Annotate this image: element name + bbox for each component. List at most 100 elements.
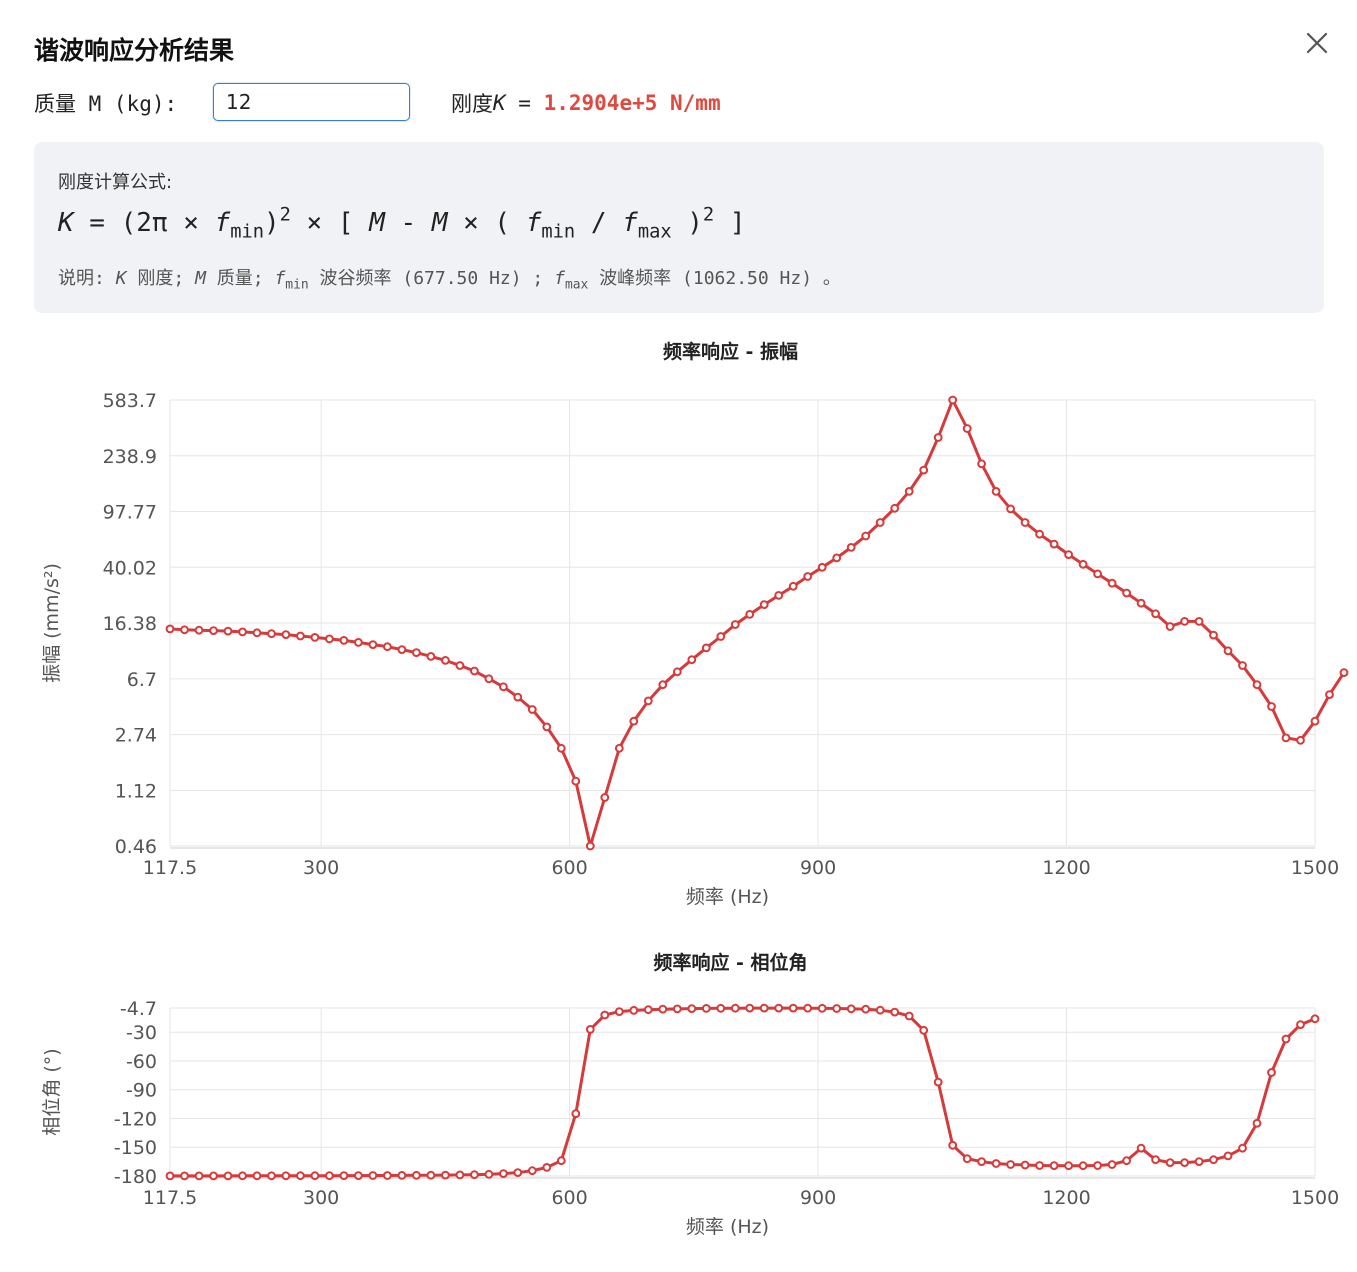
data-point <box>513 1168 523 1178</box>
x-tick-label: 900 <box>800 857 836 879</box>
data-point <box>556 1156 566 1166</box>
data-point <box>296 1171 305 1181</box>
data-point <box>180 625 189 635</box>
data-point <box>774 1003 784 1013</box>
mass-input[interactable] <box>213 83 410 121</box>
formula-panel: 刚度计算公式: K = (2π × fmin)2 × [ M - M × ( f… <box>34 142 1324 313</box>
stiffness-equals: = <box>505 91 544 115</box>
y-tick-label: 6.7 <box>127 669 157 691</box>
data-point <box>1165 1158 1175 1168</box>
data-point <box>803 572 813 581</box>
data-point <box>875 518 885 527</box>
data-point <box>1165 622 1175 631</box>
data-point <box>1107 578 1117 588</box>
data-point <box>730 1003 740 1013</box>
data-point <box>223 1171 233 1181</box>
x-tick-label: 1200 <box>1042 1187 1090 1209</box>
phase-chart: 频率响应 - 相位角 -4.7-30 -60 -90 -120 -150 -180117.5… <box>41 951 1339 1238</box>
data-point <box>745 610 755 619</box>
data-point <box>788 1003 798 1013</box>
data-point <box>904 1011 914 1021</box>
data-point <box>412 648 421 658</box>
data-point <box>658 1004 668 1014</box>
data-point <box>948 395 958 405</box>
y-tick-label: 97.77 <box>103 502 157 524</box>
data-point <box>1020 518 1030 527</box>
data-point <box>296 631 305 641</box>
data-point <box>1238 661 1247 670</box>
data-point <box>499 682 508 692</box>
data-point <box>1180 1158 1189 1168</box>
data-point <box>325 634 334 644</box>
stiffness-display: 刚度 K = 1.2904e+5 N/mm <box>451 84 721 122</box>
formula-label: 刚度计算公式: <box>58 172 173 193</box>
data-point <box>180 1171 189 1181</box>
data-point <box>1339 668 1349 678</box>
data-point <box>788 581 798 591</box>
data-point <box>687 655 697 665</box>
data-point <box>527 705 537 714</box>
x-tick-label: 1200 <box>1042 857 1090 879</box>
data-point <box>1310 716 1320 726</box>
data-point <box>441 656 450 665</box>
data-point <box>1006 1160 1015 1169</box>
data-point <box>600 793 610 802</box>
data-point <box>759 600 769 610</box>
data-point <box>875 1005 885 1015</box>
y-tick-label: 238.9 <box>103 446 157 468</box>
data-point <box>383 642 392 652</box>
data-point <box>585 841 595 851</box>
note-k: 刚度; <box>137 268 185 289</box>
data-point <box>470 1170 479 1180</box>
data-point <box>716 632 726 641</box>
data-point <box>759 1003 769 1013</box>
data-point <box>1122 1156 1131 1166</box>
data-point <box>629 1006 639 1015</box>
data-point <box>499 1169 508 1179</box>
y-tick-label: -4.7 <box>120 998 157 1020</box>
data-point <box>919 465 929 475</box>
data-point <box>1252 680 1262 690</box>
data-point <box>1209 630 1218 640</box>
y-tick-label: 0.46 <box>115 836 157 858</box>
data-point <box>962 1154 972 1164</box>
x-tick-label: 600 <box>551 857 587 879</box>
data-point <box>614 743 624 753</box>
data-point <box>339 636 349 645</box>
data-point <box>716 1003 726 1013</box>
data-point <box>1310 1014 1320 1024</box>
data-point <box>368 1171 378 1180</box>
data-point <box>890 503 900 513</box>
data-point <box>730 620 740 629</box>
data-point <box>890 1007 900 1017</box>
close-icon[interactable] <box>1301 29 1333 61</box>
data-point <box>1223 646 1233 656</box>
data-point <box>904 487 914 496</box>
data-point <box>571 1109 581 1119</box>
data-point <box>803 1003 813 1013</box>
data-point <box>165 624 175 634</box>
data-point <box>1238 1143 1247 1153</box>
y-tick-label: -60 <box>126 1051 157 1073</box>
data-point <box>397 1171 407 1180</box>
data-point <box>354 1171 363 1181</box>
data-point <box>571 776 581 786</box>
x-tick-label: 300 <box>303 857 339 879</box>
data-point <box>412 1170 421 1180</box>
data-point <box>455 1170 465 1180</box>
data-point <box>817 1003 827 1013</box>
data-point <box>977 1157 986 1167</box>
data-point <box>1296 1020 1305 1029</box>
data-point <box>281 630 291 640</box>
y-tick-label: 40.02 <box>103 557 157 579</box>
data-point <box>252 1171 262 1181</box>
data-point <box>1093 1161 1102 1170</box>
data-point <box>991 1159 1001 1168</box>
data-point <box>542 722 552 732</box>
data-point <box>1223 1151 1233 1161</box>
data-point <box>658 680 668 690</box>
data-point <box>991 487 1001 496</box>
data-point <box>701 1004 711 1013</box>
data-point <box>455 661 465 670</box>
data-point <box>325 1171 334 1181</box>
